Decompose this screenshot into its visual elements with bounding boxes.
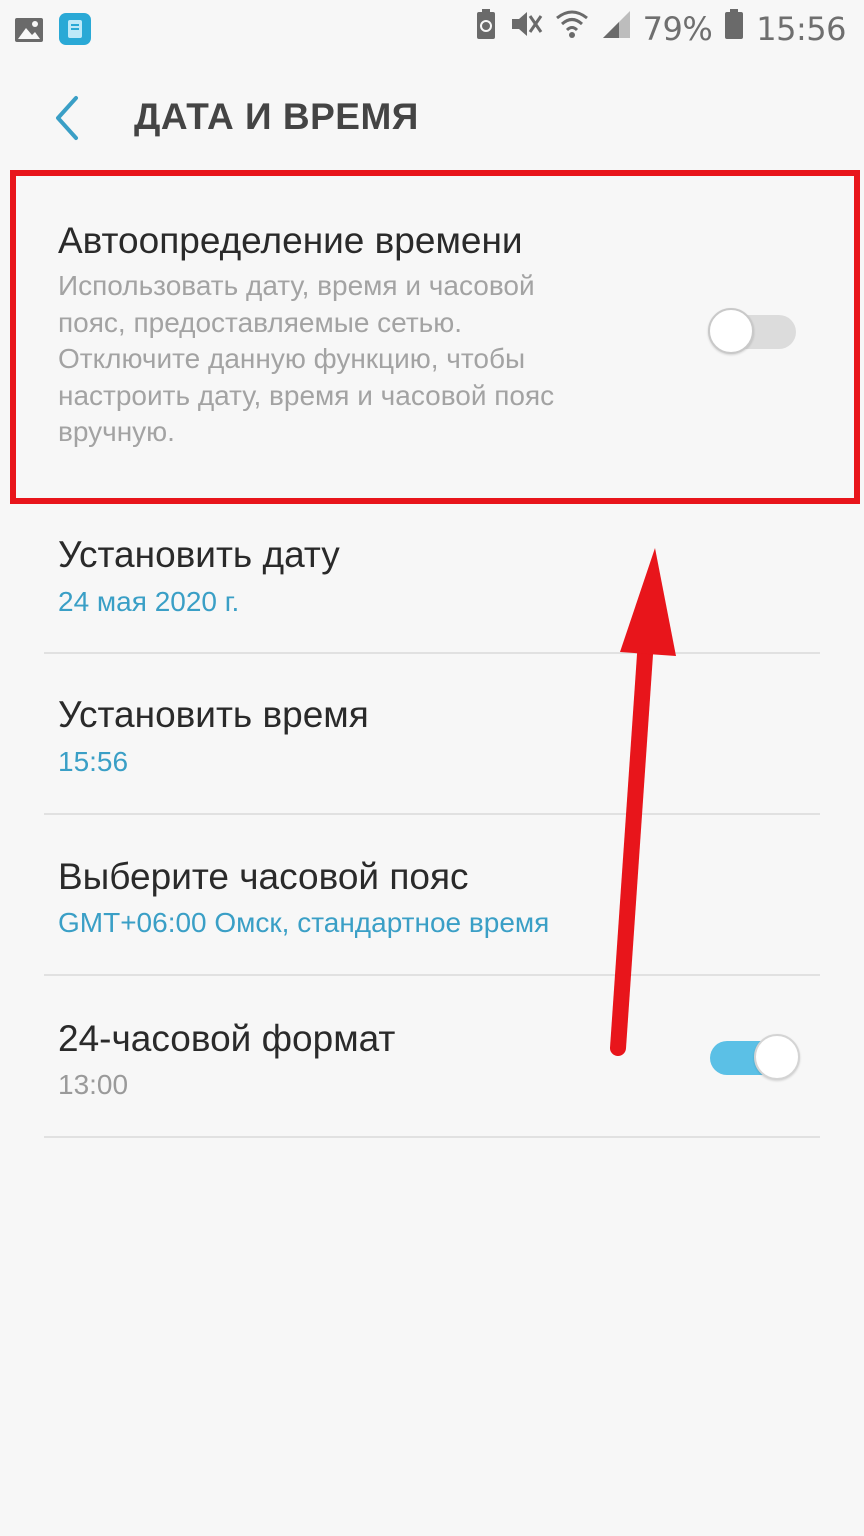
divider [44, 1136, 820, 1138]
divider [44, 974, 820, 976]
set-date-title: Установить дату [58, 534, 340, 575]
app-icon [58, 12, 92, 55]
auto-time-toggle[interactable] [708, 308, 800, 356]
desc-line: вручную. [58, 416, 175, 447]
timezone-title: Выберите часовой пояс [58, 856, 469, 897]
mute-icon [509, 8, 543, 49]
timezone-value: GMT+06:00 Омск, стандартное время [58, 907, 550, 938]
divider [44, 813, 820, 815]
gallery-icon [14, 14, 44, 53]
format24-title: 24-часовой формат [58, 1018, 396, 1059]
set-date-value: 24 мая 2020 г. [58, 586, 240, 617]
desc-line: настроить дату, время и часовой пояс [58, 379, 555, 411]
app-bar: ДАТА И ВРЕМЯ [0, 70, 864, 170]
set-time-title: Установить время [58, 694, 369, 735]
desc-line: Отключите данную функцию, чтобы [58, 343, 526, 374]
page-title: ДАТА И ВРЕМЯ [134, 96, 419, 137]
status-time: 15:56 [756, 9, 846, 48]
wifi-icon [555, 8, 589, 49]
battery-saver-icon [475, 8, 497, 49]
desc-line: Использовать дату, время и часовой [58, 270, 535, 301]
toggle-knob [708, 308, 754, 354]
desc-line: пояс, предоставляемые сетью. [58, 306, 463, 338]
auto-time-title: Автоопределение времени [58, 220, 523, 261]
toggle-knob [754, 1034, 800, 1080]
divider [44, 652, 820, 654]
status-bar: 79% 15:56 [0, 0, 864, 60]
format24-toggle[interactable] [708, 1034, 800, 1082]
format24-example: 13:00 [58, 1069, 129, 1100]
set-time-value: 15:56 [58, 746, 129, 777]
chevron-left-icon [56, 96, 78, 140]
battery-percent: 79% [642, 9, 713, 48]
auto-time-description: Использовать дату, время и часовой пояс,… [58, 268, 554, 451]
signal-icon [601, 9, 631, 48]
back-button[interactable] [46, 90, 96, 146]
battery-icon [724, 8, 744, 49]
